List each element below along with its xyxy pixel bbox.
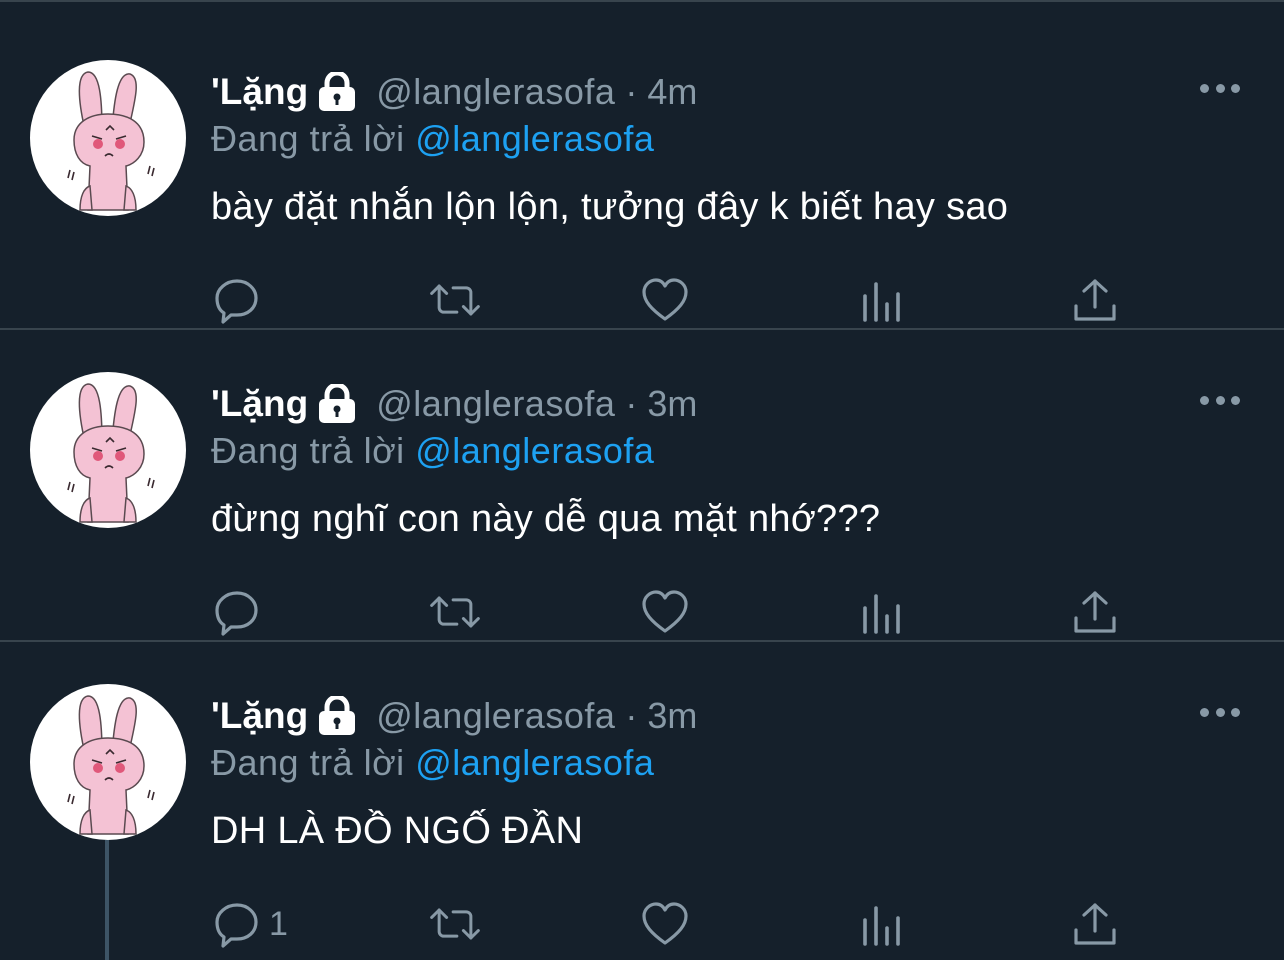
- mention-link[interactable]: @langlerasofa: [415, 430, 654, 471]
- analytics-icon: [863, 594, 900, 634]
- heart-icon: [642, 902, 688, 945]
- tweet-header: 'Lặng @langlerasofa · 4m: [211, 68, 697, 116]
- retweet-button[interactable]: [427, 270, 483, 330]
- replying-label: Đang trả lời: [211, 430, 405, 471]
- tweet-feed: 'Lặng @langlerasofa · 4m Đang trả lời @l…: [0, 0, 1284, 960]
- bunny-avatar-image: [67, 383, 155, 523]
- bunny-avatar-image: [67, 695, 155, 835]
- separator-dot: ·: [625, 383, 638, 424]
- like-button[interactable]: [641, 270, 689, 330]
- action-bar: 1: [0, 894, 1284, 954]
- more-icon[interactable]: [1200, 76, 1240, 100]
- avatar[interactable]: [30, 684, 186, 840]
- bunny-avatar-image: [67, 71, 155, 211]
- retweet-button[interactable]: [427, 894, 483, 954]
- user-handle[interactable]: @langlerasofa: [376, 71, 615, 113]
- like-button[interactable]: [641, 894, 689, 954]
- timestamp[interactable]: 3m: [647, 695, 697, 737]
- analytics-button[interactable]: [857, 894, 905, 954]
- action-bar: [0, 582, 1284, 642]
- action-bar: [0, 270, 1284, 330]
- separator-dot: ·: [625, 695, 638, 736]
- display-name[interactable]: 'Lặng: [211, 383, 308, 425]
- heart-icon: [642, 590, 688, 633]
- retweet-icon: [430, 596, 480, 628]
- user-handle[interactable]: @langlerasofa: [376, 383, 615, 425]
- mention-link[interactable]: @langlerasofa: [415, 742, 654, 783]
- reply-icon: [215, 279, 258, 324]
- mention-link[interactable]: @langlerasofa: [415, 118, 654, 159]
- analytics-button[interactable]: [857, 270, 905, 330]
- share-button[interactable]: [1071, 894, 1119, 954]
- tweet[interactable]: 'Lặng @langlerasofa · 4m Đang trả lời @l…: [0, 18, 1284, 330]
- analytics-icon: [863, 906, 900, 946]
- share-icon: [1074, 591, 1116, 633]
- replying-to: Đang trả lời @langlerasofa: [211, 430, 654, 472]
- separator-dot: ·: [625, 71, 638, 112]
- share-button[interactable]: [1071, 582, 1119, 642]
- timestamp[interactable]: 4m: [647, 71, 697, 113]
- reply-button[interactable]: [213, 582, 269, 642]
- retweet-icon: [430, 908, 480, 940]
- retweet-icon: [430, 284, 480, 316]
- replying-label: Đang trả lời: [211, 742, 405, 783]
- heart-icon: [642, 278, 688, 321]
- user-handle[interactable]: @langlerasofa: [376, 695, 615, 737]
- avatar[interactable]: [30, 372, 186, 528]
- replying-to: Đang trả lời @langlerasofa: [211, 742, 654, 784]
- tweet-text: đừng nghĩ con này dễ qua mặt nhớ???: [211, 498, 881, 540]
- tweet-text: DH LÀ ĐỒ NGỐ ĐẦN: [211, 810, 584, 852]
- reply-icon: [215, 591, 258, 636]
- lock-icon: [316, 694, 358, 736]
- top-divider: [0, 0, 1284, 2]
- timestamp[interactable]: 3m: [647, 383, 697, 425]
- display-name[interactable]: 'Lặng: [211, 695, 308, 737]
- avatar[interactable]: [30, 60, 186, 216]
- analytics-button[interactable]: [857, 582, 905, 642]
- lock-icon: [316, 70, 358, 112]
- retweet-button[interactable]: [427, 582, 483, 642]
- display-name[interactable]: 'Lặng: [211, 71, 308, 113]
- replying-label: Đang trả lời: [211, 118, 405, 159]
- share-icon: [1074, 903, 1116, 945]
- share-icon: [1074, 279, 1116, 321]
- analytics-icon: [863, 282, 900, 322]
- lock-icon: [316, 382, 358, 424]
- replying-to: Đang trả lời @langlerasofa: [211, 118, 654, 160]
- reply-icon: [215, 903, 258, 948]
- more-icon[interactable]: [1200, 700, 1240, 724]
- tweet-header: 'Lặng @langlerasofa · 3m: [211, 692, 697, 740]
- share-button[interactable]: [1071, 270, 1119, 330]
- tweet[interactable]: 'Lặng @langlerasofa · 3m Đang trả lời @l…: [0, 642, 1284, 960]
- more-icon[interactable]: [1200, 388, 1240, 412]
- tweet[interactable]: 'Lặng @langlerasofa · 3m Đang trả lời @l…: [0, 330, 1284, 642]
- tweet-header: 'Lặng @langlerasofa · 3m: [211, 380, 697, 428]
- reply-button[interactable]: 1: [213, 894, 288, 954]
- reply-button[interactable]: [213, 270, 269, 330]
- like-button[interactable]: [641, 582, 689, 642]
- tweet-text: bày đặt nhắn lộn lộn, tưởng đây k biết h…: [211, 186, 1009, 228]
